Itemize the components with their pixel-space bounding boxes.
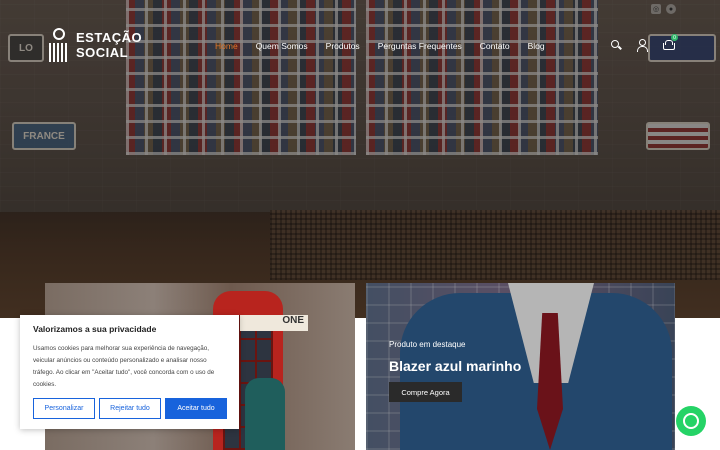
user-icon[interactable]: [636, 39, 648, 52]
nav-item-blog[interactable]: Blog: [528, 41, 545, 51]
featured-title: Blazer azul marinho: [389, 358, 522, 374]
person-image: [245, 378, 285, 450]
cookie-text: Usamos cookies para melhorar sua experiê…: [33, 345, 215, 388]
cookie-title: Valorizamos a sua privacidade: [33, 324, 157, 334]
logo-line-1: ESTAÇÃO: [76, 30, 143, 45]
cart-count-badge: 0: [671, 34, 678, 41]
featured-label: Produto em destaque: [389, 340, 466, 349]
main-nav: Home Quem Somos Produtos Perguntas Frequ…: [215, 41, 545, 51]
social-links: ◎ ●: [651, 4, 676, 14]
nav-item-perguntas-frequentes[interactable]: Perguntas Frequentes: [378, 41, 462, 51]
facebook-icon[interactable]: ●: [666, 4, 676, 14]
card-sign: ONE: [240, 315, 308, 331]
search-icon[interactable]: [610, 39, 622, 51]
cookie-buttons: Personalizar Rejeitar tudo Aceitar tudo: [33, 398, 227, 419]
instagram-icon[interactable]: ◎: [651, 4, 661, 14]
nav-item-contato[interactable]: Contato: [480, 41, 510, 51]
featured-product-card[interactable]: Produto em destaque Blazer azul marinho …: [366, 283, 675, 450]
nav-item-produtos[interactable]: Produtos: [326, 41, 360, 51]
logo-line-2: SOCIAL: [76, 45, 129, 60]
whatsapp-icon[interactable]: [676, 406, 706, 436]
cart-icon[interactable]: 0: [662, 34, 678, 51]
header-actions: 0: [610, 34, 678, 52]
reject-all-button[interactable]: Rejeitar tudo: [99, 398, 161, 419]
cookie-consent-banner: Valorizamos a sua privacidade Usamos coo…: [20, 315, 239, 429]
customize-button[interactable]: Personalizar: [33, 398, 95, 419]
logo-mark-icon: [48, 28, 70, 62]
accept-all-button[interactable]: Aceitar tudo: [165, 398, 227, 419]
buy-now-button[interactable]: Compre Agora: [389, 382, 462, 402]
nav-item-quem-somos[interactable]: Quem Somos: [256, 41, 308, 51]
nav-item-home[interactable]: Home: [215, 41, 238, 51]
site-logo[interactable]: ESTAÇÃO SOCIAL: [48, 28, 142, 62]
logo-text: ESTAÇÃO SOCIAL: [76, 30, 142, 60]
